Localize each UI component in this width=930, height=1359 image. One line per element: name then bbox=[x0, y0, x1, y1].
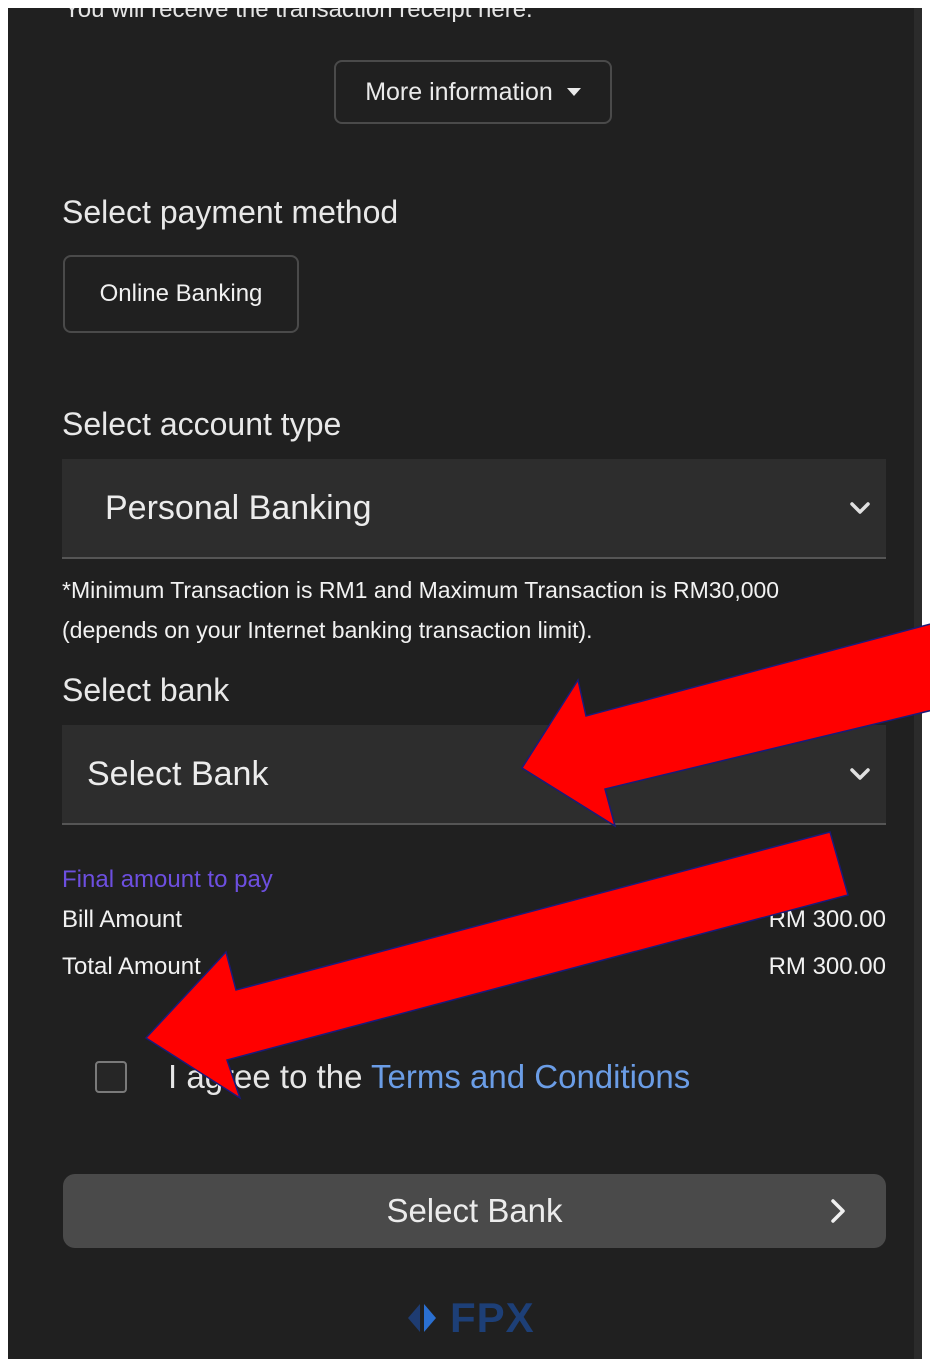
more-information-label: More information bbox=[365, 77, 553, 106]
caret-down-icon bbox=[566, 88, 581, 96]
fpx-logo-text: FPX bbox=[450, 1294, 535, 1341]
account-type-value: Personal Banking bbox=[105, 488, 372, 527]
chevron-down-icon bbox=[850, 502, 870, 514]
payment-panel: You will receive the transaction receipt… bbox=[8, 8, 922, 1359]
chevron-right-icon bbox=[831, 1199, 845, 1223]
transaction-limit-note: *Minimum Transaction is RM1 and Maximum … bbox=[62, 577, 780, 643]
receipt-note: You will receive the transaction receipt… bbox=[64, 8, 533, 23]
fpx-logo: FPX bbox=[398, 1294, 535, 1342]
terms-checkbox[interactable] bbox=[95, 1061, 127, 1093]
final-amount-label: Final amount to pay bbox=[62, 866, 273, 893]
online-banking-option[interactable]: Online Banking bbox=[63, 255, 299, 333]
terms-and-conditions-link[interactable]: Terms and Conditions bbox=[371, 1058, 690, 1095]
bank-select[interactable]: Select Bank bbox=[62, 725, 886, 825]
bill-amount-row: Bill Amount RM 300.00 bbox=[62, 906, 886, 934]
bank-select-value: Select Bank bbox=[87, 754, 269, 793]
panel-right-edge bbox=[914, 8, 922, 1359]
payment-method-title: Select payment method bbox=[62, 194, 399, 230]
fpx-diamond-icon bbox=[408, 1304, 436, 1332]
agree-prefix: I agree to the bbox=[168, 1058, 372, 1095]
chevron-down-icon bbox=[850, 768, 870, 780]
total-amount-row: Total Amount RM 300.00 bbox=[62, 953, 886, 981]
agree-text: I agree to the Terms and Conditions bbox=[168, 1058, 690, 1096]
total-amount-label: Total Amount bbox=[62, 953, 201, 980]
bill-amount-value: RM 300.00 bbox=[768, 906, 886, 933]
bank-title: Select bank bbox=[62, 672, 230, 708]
select-bank-button-label: Select Bank bbox=[386, 1192, 563, 1229]
bill-amount-label: Bill Amount bbox=[62, 906, 183, 933]
account-type-select[interactable]: Personal Banking bbox=[62, 459, 886, 559]
online-banking-label: Online Banking bbox=[99, 280, 263, 307]
more-information-button[interactable]: More information bbox=[334, 60, 612, 124]
select-bank-button[interactable]: Select Bank bbox=[63, 1174, 886, 1248]
account-type-title: Select account type bbox=[62, 406, 342, 442]
total-amount-value: RM 300.00 bbox=[768, 953, 886, 980]
